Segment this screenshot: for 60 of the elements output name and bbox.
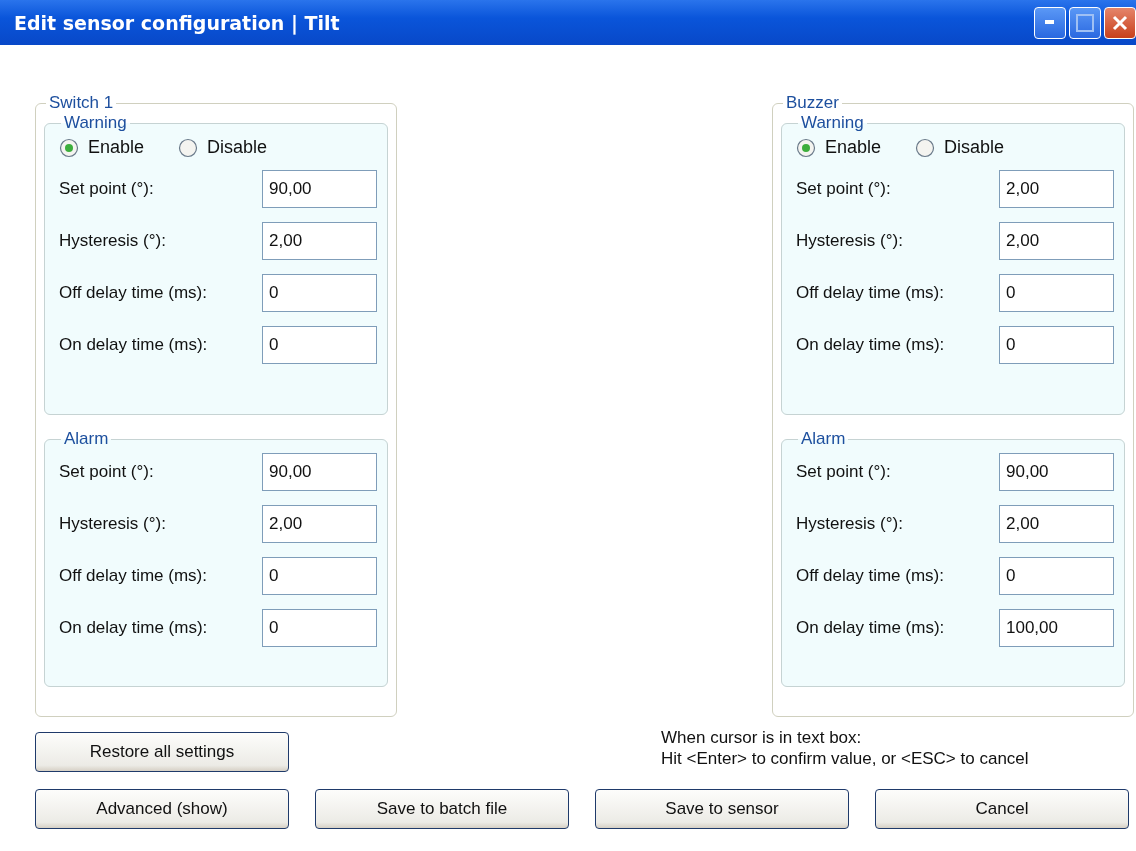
field-label: On delay time (ms): [796,335,945,355]
input-field[interactable]: 2,00 [999,170,1114,208]
group-title: Buzzer [785,93,840,113]
radio-button[interactable] [915,137,936,158]
input-field[interactable]: 0 [262,274,377,312]
input-field[interactable]: 2,00 [999,222,1114,260]
field-label: Set point (°): [796,462,891,482]
field-label: Hysteresis (°): [796,514,903,534]
field-label: Hysteresis (°): [59,231,166,251]
input-field[interactable]: 90,00 [262,453,377,491]
group-title: Warning [63,113,128,133]
input-field[interactable]: 0 [999,557,1114,595]
input-field[interactable]: 0 [999,326,1114,364]
field-label: Set point (°): [796,179,891,199]
field-label: Set point (°): [59,462,154,482]
field-label: Off delay time (ms): [59,566,207,586]
input-field[interactable]: 2,00 [262,505,377,543]
field-label: Set point (°): [59,179,154,199]
field-label: On delay time (ms): [796,618,945,638]
hint-text: When cursor is in text box: [661,727,863,748]
input-field[interactable]: 2,00 [262,222,377,260]
radio-label: Enable [88,137,145,158]
group-title: Switch 1 [48,93,115,113]
field-label: Off delay time (ms): [796,283,944,303]
radio-label: Disable [207,137,268,158]
dialog-button[interactable]: Advanced (show) [35,789,289,829]
minimize-button[interactable] [1034,7,1066,39]
hint-text: Hit <Enter> to confirm value, or <ESC> to cancel [661,748,1029,769]
restore-button[interactable]: Restore all settings [35,732,289,772]
input-field[interactable]: 0 [262,557,377,595]
close-button[interactable] [1104,7,1136,39]
window-title: Edit sensor configuration | Tilt [14,11,340,34]
maximize-icon [1076,14,1094,32]
close-icon [1112,15,1128,31]
field-label: Off delay time (ms): [59,283,207,303]
field-label: Off delay time (ms): [796,566,944,586]
input-field[interactable]: 90,00 [999,453,1114,491]
input-field[interactable]: 0 [999,274,1114,312]
minimize-icon [1045,20,1055,26]
field-label: Hysteresis (°): [59,514,166,534]
radio-label: Disable [944,137,1005,158]
group-title: Alarm [800,429,847,449]
input-field[interactable]: 2,00 [999,505,1114,543]
dialog-button[interactable]: Save to sensor [595,789,849,829]
input-field[interactable]: 100,00 [999,609,1114,647]
radio-label: Enable [825,137,882,158]
radio-button[interactable] [178,137,199,158]
field-label: On delay time (ms): [59,618,208,638]
radio-button[interactable] [59,137,79,158]
radio-button[interactable] [796,137,816,158]
input-field[interactable]: 0 [262,609,377,647]
dialog-button[interactable]: Save to batch file [315,789,569,829]
group-title: Alarm [63,429,110,449]
maximize-button[interactable] [1069,7,1101,39]
input-field[interactable]: 0 [262,326,377,364]
dialog-button[interactable]: Cancel [875,789,1129,829]
group-title: Warning [800,113,865,133]
input-field[interactable]: 90,00 [262,170,377,208]
field-label: Hysteresis (°): [796,231,903,251]
field-label: On delay time (ms): [59,335,208,355]
